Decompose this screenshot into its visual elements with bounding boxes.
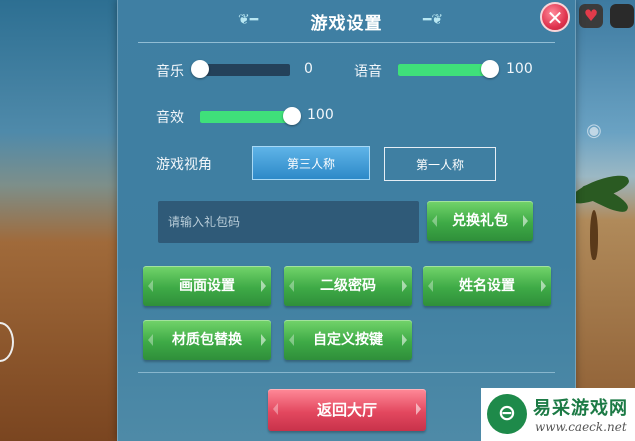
redeem-gift-button[interactable]: 兑换礼包 xyxy=(427,201,533,241)
hud-slot[interactable] xyxy=(610,4,634,28)
title-bar: ❦━ 游戏设置 ━❦ xyxy=(118,0,575,42)
gift-code-input[interactable]: 请输入礼包码 xyxy=(158,201,419,243)
custom-keys-button[interactable]: 自定义按键 xyxy=(284,320,412,360)
voice-slider[interactable] xyxy=(398,60,499,78)
sfx-value: 100 xyxy=(307,107,334,123)
watermark-logo-icon: ⊖ xyxy=(487,394,527,434)
watermark-url: www.caeck.net xyxy=(535,420,627,434)
texture-pack-button[interactable]: 材质包替换 xyxy=(143,320,271,360)
return-lobby-button[interactable]: 返回大厅 xyxy=(268,389,426,431)
eye-icon[interactable]: ◉ xyxy=(582,120,606,142)
watermark-name: 易采游戏网 xyxy=(533,398,628,419)
voice-label: 语音 xyxy=(354,64,382,80)
watermark: ⊖ 易采游戏网 www.caeck.net xyxy=(481,388,635,441)
voice-slider-fill xyxy=(398,64,490,76)
sfx-slider-knob[interactable] xyxy=(283,107,301,125)
first-person-button[interactable]: 第一人称 xyxy=(384,147,496,181)
graphics-settings-button[interactable]: 画面设置 xyxy=(143,266,271,306)
title-divider xyxy=(138,42,555,43)
name-settings-button[interactable]: 姓名设置 xyxy=(423,266,551,306)
panel-title: 游戏设置 xyxy=(310,14,383,34)
voice-slider-knob[interactable] xyxy=(481,60,499,78)
sfx-label: 音效 xyxy=(156,110,184,126)
settings-panel: ❦━ 游戏设置 ━❦ 音乐 0 语音 100 音效 100 游戏视角 第三人称 … xyxy=(117,0,576,441)
sfx-slider-fill xyxy=(200,111,292,123)
heart-icon[interactable]: ♥ xyxy=(579,4,603,28)
music-label: 音乐 xyxy=(156,64,184,80)
close-icon[interactable]: ✕ xyxy=(540,2,570,32)
second-password-button[interactable]: 二级密码 xyxy=(284,266,412,306)
third-person-button[interactable]: 第三人称 xyxy=(252,146,370,180)
voice-value: 100 xyxy=(506,61,533,77)
palm-tree xyxy=(568,170,632,260)
background-scene-left xyxy=(0,0,120,441)
music-slider-knob[interactable] xyxy=(191,60,209,78)
music-value: 0 xyxy=(304,61,313,77)
music-slider[interactable] xyxy=(191,60,290,78)
bottom-divider xyxy=(138,372,555,373)
sfx-slider[interactable] xyxy=(200,107,301,125)
title-ornament-right: ━❦ xyxy=(423,12,444,28)
view-mode-label: 游戏视角 xyxy=(156,157,212,173)
